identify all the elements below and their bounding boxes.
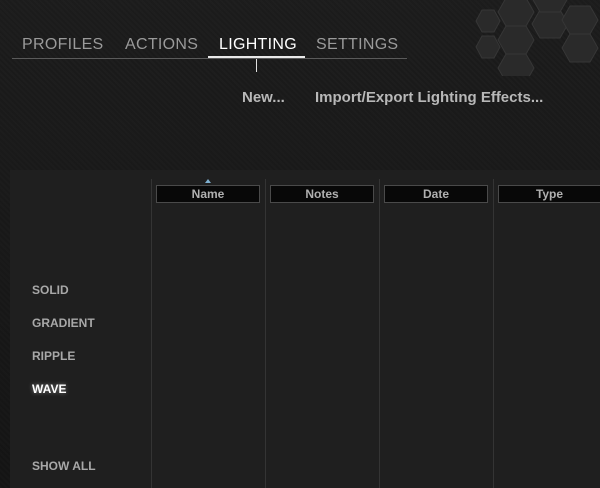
- active-tab-indicator: [208, 56, 305, 58]
- import-export-lighting-button[interactable]: Import/Export Lighting Effects...: [315, 88, 543, 108]
- column-separator: [265, 179, 266, 488]
- filter-ripple[interactable]: RIPPLE: [32, 349, 75, 363]
- tab-lighting[interactable]: LIGHTING: [219, 34, 297, 56]
- filter-solid[interactable]: SOLID: [32, 283, 69, 297]
- hexagon-decoration-icon: [475, 0, 599, 76]
- tab-settings[interactable]: SETTINGS: [316, 34, 398, 56]
- new-lighting-effect-button[interactable]: New...: [242, 88, 285, 108]
- filter-gradient[interactable]: GRADIENT: [32, 316, 95, 330]
- tab-actions[interactable]: ACTIONS: [125, 34, 198, 56]
- app-window: PROFILES ACTIONS LIGHTING SETTINGS New..…: [0, 0, 600, 488]
- tab-bar-divider: [12, 58, 407, 59]
- effect-type-filter-list: SOLID GRADIENT RIPPLE WAVE SHOW ALL: [10, 170, 151, 488]
- column-separator: [379, 179, 380, 488]
- column-header-name[interactable]: Name: [156, 185, 260, 203]
- filter-wave[interactable]: WAVE: [32, 382, 66, 396]
- tab-profiles[interactable]: PROFILES: [22, 34, 104, 56]
- column-separator: [151, 179, 152, 488]
- column-separator: [493, 179, 494, 488]
- lighting-effects-panel: SOLID GRADIENT RIPPLE WAVE SHOW ALL Name…: [10, 170, 600, 488]
- active-tab-pointer: [256, 59, 257, 72]
- column-header-notes[interactable]: Notes: [270, 185, 374, 203]
- filter-show-all[interactable]: SHOW ALL: [32, 459, 96, 473]
- main-tab-bar: PROFILES ACTIONS LIGHTING SETTINGS: [12, 34, 407, 59]
- column-header-type[interactable]: Type: [498, 185, 600, 203]
- sort-ascending-icon: [205, 179, 211, 183]
- column-header-date[interactable]: Date: [384, 185, 488, 203]
